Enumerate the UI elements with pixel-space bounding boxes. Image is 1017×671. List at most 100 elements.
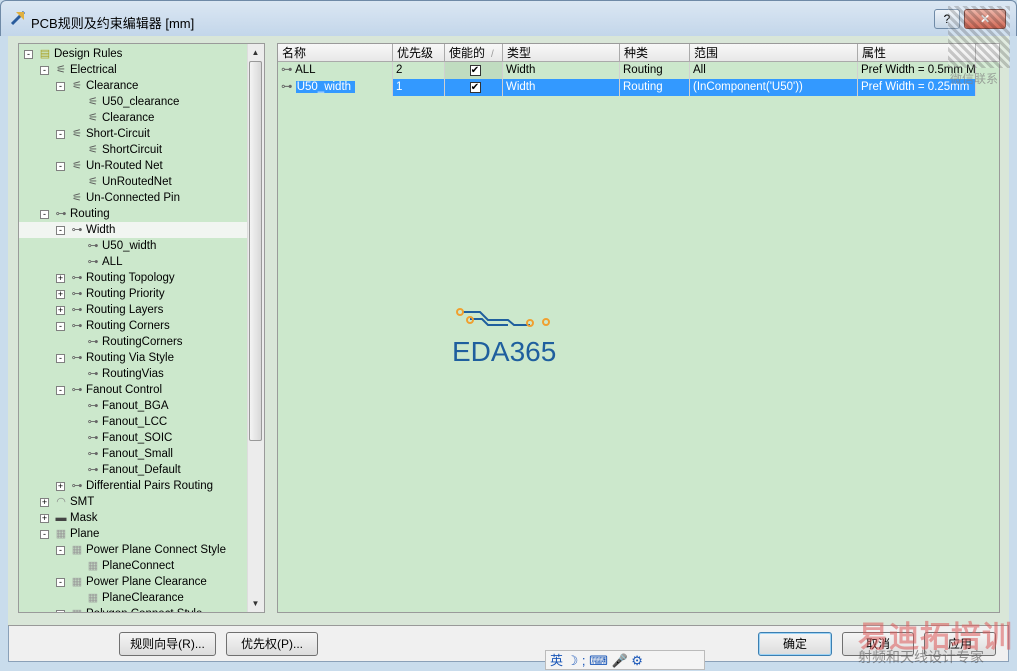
tree-item-label: Polygon Connect Style [86,606,202,612]
table-row[interactable]: ⊶ ALL 2 ✔ Width Routing All Pref Width = 0.5mm… [278,62,976,79]
electrical-rule-icon: ⚟ [88,96,98,108]
priority-button[interactable]: 优先权(P)... [226,632,318,656]
plane-rule-icon: ▦ [87,592,99,604]
tree-item-label: Mask [70,512,98,524]
tree-item-label: Fanout_BGA [102,400,169,412]
expand-icon[interactable]: + [40,514,49,523]
electrical-rule-icon: ⚟ [72,192,82,204]
tree-item[interactable]: - ⊶ Width [19,222,247,238]
eda365-logo: EDA365 [452,308,556,367]
tree-item-label: Power Plane Connect Style [86,544,226,556]
routing-rule-icon: ⊶ [281,81,296,93]
tree-item-label: PlaneClearance [102,592,184,604]
expand-icon[interactable]: + [56,482,65,491]
routing-rule-icon: ⊶ [71,480,83,492]
type-cell: Width [503,79,620,96]
column-header[interactable]: 种类 [620,44,690,62]
column-header[interactable]: 优先级 [393,44,445,62]
column-header-label: 名称 [282,46,307,60]
column-header[interactable]: 名称 [278,44,393,62]
electrical-rule-icon: ⚟ [88,112,98,124]
scroll-up-arrow[interactable]: ▲ [247,44,264,61]
tree-item-label: ALL [102,256,123,268]
collapse-icon[interactable]: - [56,82,65,91]
name-cell: ⊶ U50_width [278,79,393,96]
sort-icon: / [491,49,494,60]
collapse-icon[interactable]: - [56,322,65,331]
column-header[interactable]: 使能的 / [445,44,503,62]
tree-item-label: Electrical [70,64,117,76]
type-cell: Width [503,62,620,79]
routing-rule-icon: ⊶ [87,464,99,476]
tree-item-label: UnRoutedNet [102,176,172,188]
logo-text: EDA365 [452,336,556,367]
tree-item-label: Routing Via Style [86,352,175,364]
enabled-checkbox[interactable]: ✔ [469,82,481,93]
plane-rule-icon: ▦ [71,576,83,588]
collapse-icon[interactable]: - [56,578,65,587]
table-row[interactable]: ⊶ U50_width 1 ✔ Width Routing (InComponent('U… [278,79,976,96]
tagline-watermark: 射频和天线设计专家 [858,649,984,665]
collapse-icon[interactable]: - [56,546,65,555]
collapse-icon[interactable]: - [40,210,49,219]
column-header[interactable]: 类型 [503,44,620,62]
routing-rule-icon: ⊶ [71,352,83,364]
column-header[interactable]: 范围 [690,44,858,62]
tree-item-label: Power Plane Clearance [86,576,207,588]
rules-grid: 名称 优先级 使能的 / 类型 种类 范围 属性 ⊶ ALL 2 ✔ Width Routing All P… [277,43,1000,613]
collapse-icon[interactable]: - [56,610,65,612]
collapse-icon[interactable]: - [40,530,49,539]
collapse-icon[interactable]: - [56,386,65,395]
tree-item-label: RoutingCorners [102,336,183,348]
column-header-label: 属性 [862,46,887,60]
routing-rule-icon: ⊶ [87,256,99,268]
collapse-icon[interactable]: - [56,354,65,363]
mask-rule-icon: ▬ [55,512,67,524]
collapse-icon[interactable]: - [56,226,65,235]
title-bar: PCB规则及约束编辑器 [mm] ? ✕ [0,0,1017,36]
routing-rule-icon: ⊶ [87,416,99,428]
column-header-label: 类型 [507,46,532,60]
expand-icon[interactable]: + [56,290,65,299]
enabled-checkbox[interactable]: ✔ [469,65,481,76]
routing-rule-icon: ⊶ [87,240,99,252]
scope-cell: All [690,62,858,79]
plane-rule-icon: ▦ [70,607,84,612]
tree-item-label: Fanout_Default [102,464,181,476]
tree-item-label: Plane [70,528,100,540]
ime-toolbar[interactable]: 英 ☽ ; ⌨ 🎤 ⚙ [545,650,705,670]
rule-wizard-button[interactable]: 规则向导(R)... [119,632,216,656]
routing-rule-icon: ⊶ [87,400,99,412]
electrical-rule-icon: ⚟ [72,160,82,172]
tree-item-label: Routing Corners [86,320,170,332]
electrical-rule-icon: ⚟ [88,144,98,156]
priority-cell: 2 [393,62,445,79]
ok-button[interactable]: 确定 [758,632,832,656]
routing-rule-icon: ⊶ [87,368,99,380]
expand-icon[interactable]: + [56,306,65,315]
enabled-cell: ✔ [445,79,503,96]
scroll-thumb[interactable] [249,61,262,441]
name-cell: ⊶ ALL [278,62,393,79]
collapse-icon[interactable]: - [24,50,33,59]
expand-icon[interactable]: + [40,498,49,507]
expand-icon[interactable]: + [56,274,65,283]
routing-rule-icon: ⊶ [87,336,99,348]
collapse-icon[interactable]: - [56,130,65,139]
tree-item-label: Short-Circuit [86,128,150,140]
collapse-icon[interactable]: - [56,162,65,171]
routing-rule-icon: ⊶ [87,448,99,460]
column-header-label: 优先级 [397,46,434,60]
electrical-rule-icon: ⚟ [88,176,98,188]
tree-item-label: Width [86,224,116,236]
tree-item-label: Fanout_Small [102,448,173,460]
scroll-down-arrow[interactable]: ▼ [247,595,264,612]
tree-item-label: Fanout Control [86,384,163,396]
rule-name: U50_width [295,81,356,93]
routing-rule-icon: ⊶ [71,320,83,332]
qr-code-watermark [948,6,1010,68]
routing-rule-icon: ⊶ [281,64,296,76]
column-header-label: 使能的 [449,46,486,60]
electrical-rule-icon: ⚟ [56,64,66,76]
collapse-icon[interactable]: - [40,66,49,75]
